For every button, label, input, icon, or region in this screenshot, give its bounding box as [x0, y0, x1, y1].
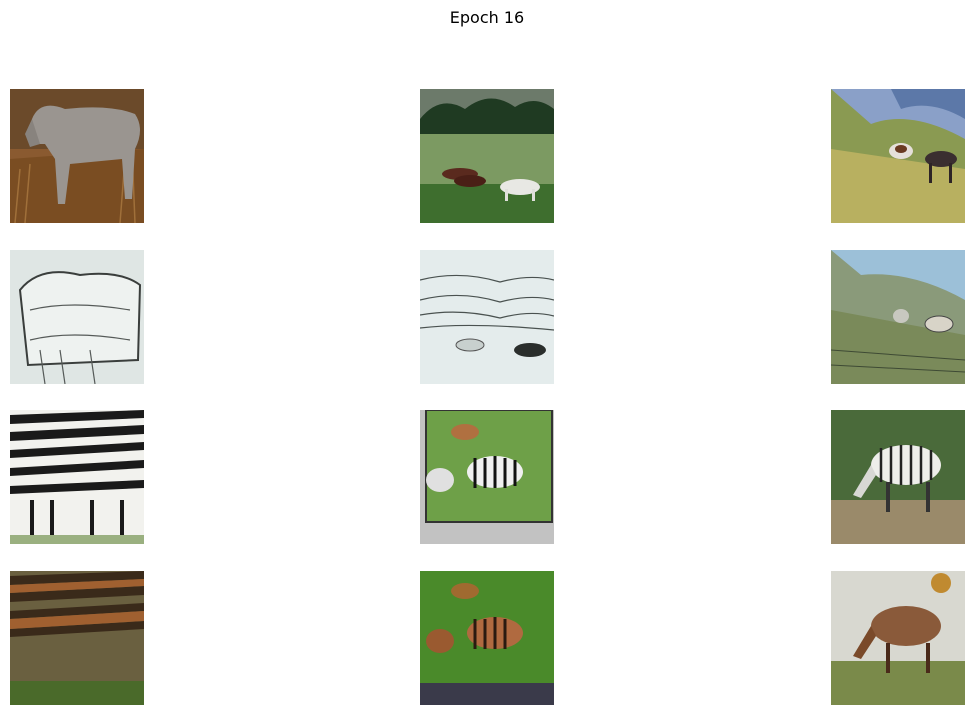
generated-zebra-2 [420, 250, 554, 384]
horse-photo-3 [831, 89, 965, 223]
figure-title: Epoch 16 [449, 8, 525, 27]
generated-horse-3 [831, 571, 965, 705]
zebra-photo-2 [420, 410, 554, 544]
generated-zebra-1 [10, 250, 144, 384]
zebra-photo-3 [831, 410, 965, 544]
generated-zebra-3 [831, 250, 965, 384]
zebra-photo-1 [10, 410, 144, 544]
horse-photo-2 [420, 89, 554, 223]
horse-photo-1 [10, 89, 144, 223]
generated-horse-2 [420, 571, 554, 705]
generated-horse-1 [10, 571, 144, 705]
